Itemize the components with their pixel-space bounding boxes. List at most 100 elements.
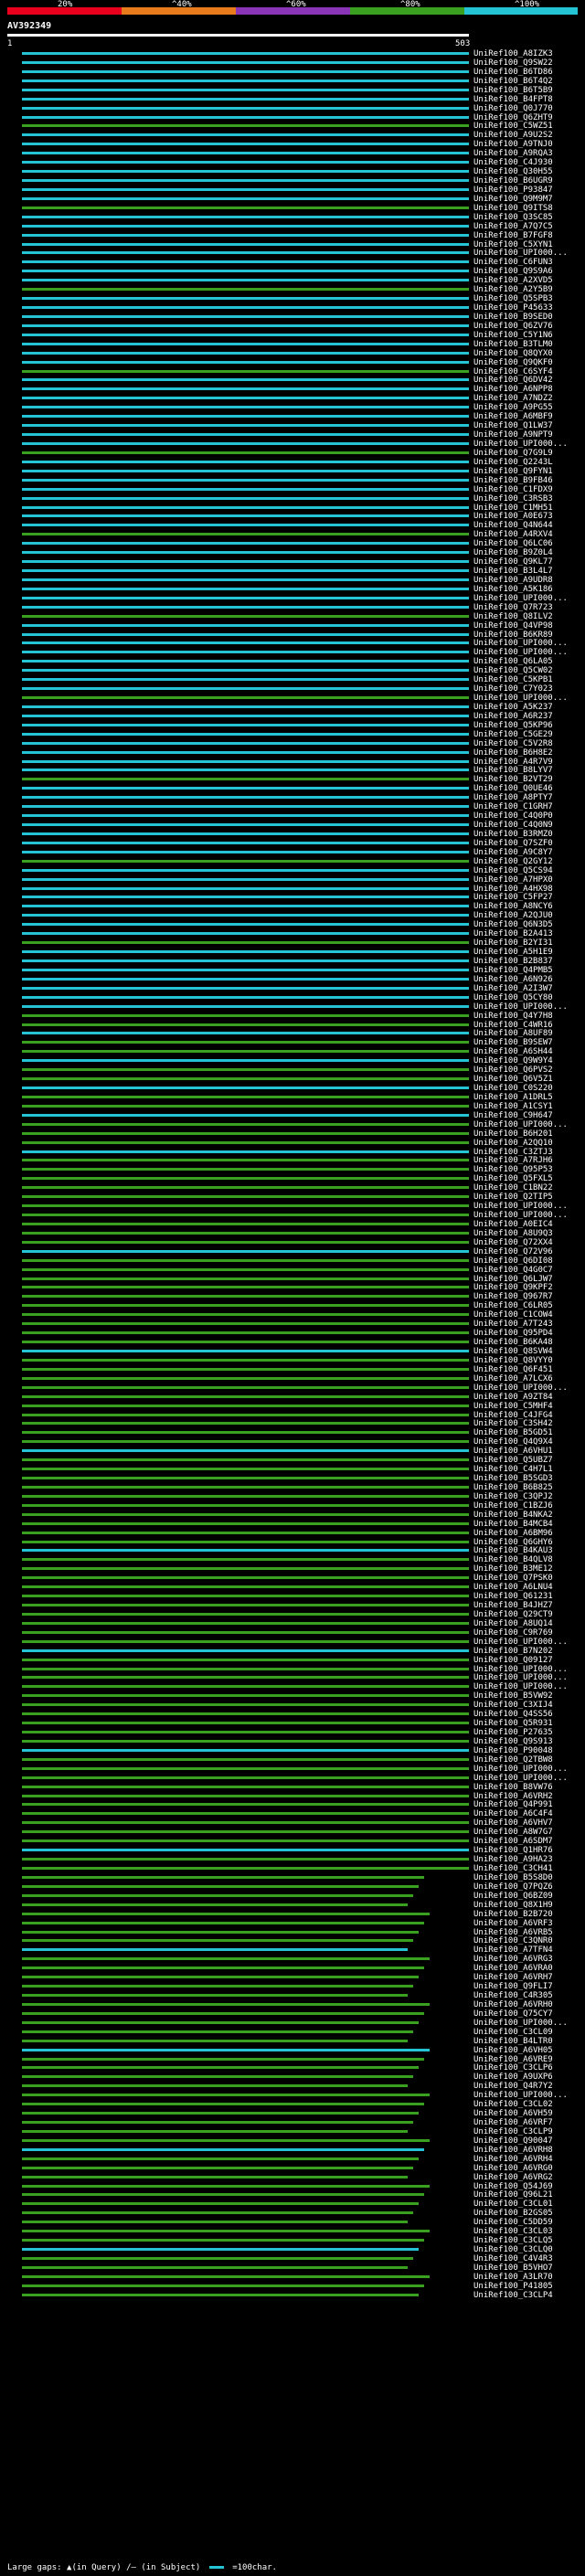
hit-bar[interactable] [22, 361, 469, 364]
hit-bar[interactable] [22, 2058, 424, 2061]
hit-label[interactable]: UniRef100_B9SEW7 [473, 1038, 553, 1047]
hit-bar[interactable] [22, 733, 469, 736]
hit-bar[interactable] [22, 1558, 469, 1561]
hit-label[interactable]: UniRef100_Q0J770 [473, 104, 553, 113]
hit-label[interactable]: UniRef100_B5VW92 [473, 1691, 553, 1701]
hit-label[interactable]: UniRef100_Q9S913 [473, 1737, 553, 1746]
hit-label[interactable]: UniRef100_A8IZK3 [473, 49, 553, 58]
hit-bar[interactable] [22, 769, 469, 771]
hit-bar[interactable] [22, 1994, 408, 1997]
hit-label[interactable]: UniRef100_C9R769 [473, 1628, 553, 1638]
hit-bar[interactable] [22, 70, 469, 73]
hit-bar[interactable] [22, 116, 469, 119]
hit-label[interactable]: UniRef100_C1FDX9 [473, 485, 553, 494]
hit-label[interactable]: UniRef100_Q8QYX0 [473, 349, 553, 358]
hit-label[interactable]: UniRef100_A2QQ10 [473, 1139, 553, 1148]
hit-bar[interactable] [22, 978, 469, 981]
hit-bar[interactable] [22, 2176, 408, 2178]
hit-label[interactable]: UniRef100_B4KAU3 [473, 1546, 553, 1555]
hit-bar[interactable] [22, 1622, 469, 1625]
hit-label[interactable]: UniRef100_B4LTR0 [473, 2037, 553, 2046]
hit-bar[interactable] [22, 1368, 469, 1371]
hit-bar[interactable] [22, 98, 469, 101]
hit-label[interactable]: UniRef100_Q90047 [473, 2136, 553, 2146]
hit-bar[interactable] [22, 687, 469, 690]
hit-label[interactable]: UniRef100_C5DD59 [473, 2218, 553, 2227]
hit-bar[interactable] [22, 1286, 469, 1288]
hit-label[interactable]: UniRef100_A7NDZ2 [473, 394, 553, 403]
hit-label[interactable]: UniRef100_Q5CY80 [473, 993, 553, 1002]
hit-bar[interactable] [22, 2112, 419, 2115]
hit-label[interactable]: UniRef100_B2GS05 [473, 2209, 553, 2218]
hit-bar[interactable] [22, 1177, 469, 1180]
hit-bar[interactable] [22, 696, 469, 699]
hit-label[interactable]: UniRef100_A6VRG0 [473, 2164, 553, 2173]
hit-label[interactable]: UniRef100_B3TLM0 [473, 340, 553, 349]
hit-bar[interactable] [22, 1295, 469, 1298]
hit-label[interactable]: UniRef100_Q95P53 [473, 1165, 553, 1174]
hit-bar[interactable] [22, 1259, 469, 1262]
hit-bar[interactable] [22, 1931, 419, 1934]
hit-label[interactable]: UniRef100_A2XVD5 [473, 276, 553, 285]
hit-label[interactable]: UniRef100_A1CSY1 [473, 1102, 553, 1111]
hit-label[interactable]: UniRef100_A6VRF3 [473, 1919, 553, 1928]
hit-label[interactable]: UniRef100_A6R237 [473, 712, 553, 721]
hit-bar[interactable] [22, 1150, 469, 1153]
hit-label[interactable]: UniRef100_UPI000... [473, 648, 568, 657]
hit-bar[interactable] [22, 1495, 469, 1498]
hit-label[interactable]: UniRef100_C1GRH7 [473, 802, 553, 811]
hit-bar[interactable] [22, 2167, 413, 2169]
hit-label[interactable]: UniRef100_Q1LW37 [473, 421, 553, 430]
hit-label[interactable]: UniRef100_Q9KL77 [473, 557, 553, 567]
hit-label[interactable]: UniRef100_UPI000... [473, 1638, 568, 1647]
hit-label[interactable]: UniRef100_Q6LC06 [473, 539, 553, 548]
hit-label[interactable]: UniRef100_Q5CW02 [473, 666, 553, 675]
hit-bar[interactable] [22, 1903, 408, 1906]
hit-label[interactable]: UniRef100_A6VRH4 [473, 2155, 553, 2164]
hit-label[interactable]: UniRef100_B6TD86 [473, 68, 553, 77]
hit-bar[interactable] [22, 588, 469, 590]
hit-label[interactable]: UniRef100_Q9QKF0 [473, 358, 553, 367]
hit-bar[interactable] [22, 1313, 469, 1316]
hit-label[interactable]: UniRef100_Q2TIP5 [473, 1193, 553, 1202]
hit-bar[interactable] [22, 1431, 469, 1434]
hit-label[interactable]: UniRef100_A9PG55 [473, 403, 553, 412]
hit-label[interactable]: UniRef100_Q2243L [473, 458, 553, 467]
hit-label[interactable]: UniRef100_A6SDM7 [473, 1837, 553, 1846]
hit-bar[interactable] [22, 2148, 424, 2151]
hit-bar[interactable] [22, 2121, 413, 2124]
hit-label[interactable]: UniRef100_C5KPB1 [473, 675, 553, 684]
hit-bar[interactable] [22, 1168, 469, 1171]
hit-bar[interactable] [22, 2075, 413, 2078]
hit-bar[interactable] [22, 2294, 419, 2296]
hit-bar[interactable] [22, 1966, 424, 1969]
hit-label[interactable]: UniRef100_B3ME12 [473, 1564, 553, 1574]
hit-label[interactable]: UniRef100_A5K186 [473, 585, 553, 594]
hit-label[interactable]: UniRef100_C3CL09 [473, 2028, 553, 2037]
hit-bar[interactable] [22, 2230, 430, 2232]
hit-label[interactable]: UniRef100_C5GE29 [473, 730, 553, 739]
hit-label[interactable]: UniRef100_A9NPT9 [473, 430, 553, 440]
hit-bar[interactable] [22, 787, 469, 790]
hit-bar[interactable] [22, 1541, 469, 1543]
hit-label[interactable]: UniRef100_A5H1E9 [473, 948, 553, 957]
hit-label[interactable]: UniRef100_Q4SS56 [473, 1710, 553, 1719]
hit-bar[interactable] [22, 442, 469, 445]
hit-label[interactable]: UniRef100_Q6V5Z1 [473, 1075, 553, 1084]
hit-bar[interactable] [22, 124, 469, 127]
hit-bar[interactable] [22, 207, 469, 209]
hit-bar[interactable] [22, 1532, 469, 1534]
hit-label[interactable]: UniRef100_P41805 [473, 2282, 553, 2291]
hit-bar[interactable] [22, 1549, 469, 1552]
hit-bar[interactable] [22, 2066, 419, 2069]
hit-bar[interactable] [22, 805, 469, 808]
hit-bar[interactable] [22, 1386, 469, 1389]
hit-bar[interactable] [22, 2248, 419, 2251]
hit-bar[interactable] [22, 1250, 469, 1253]
hit-bar[interactable] [22, 1068, 469, 1071]
hit-bar[interactable] [22, 306, 469, 309]
hit-bar[interactable] [22, 560, 469, 563]
hit-bar[interactable] [22, 1957, 430, 1960]
hit-label[interactable]: UniRef100_B2A413 [473, 929, 553, 938]
hit-bar[interactable] [22, 1350, 469, 1352]
